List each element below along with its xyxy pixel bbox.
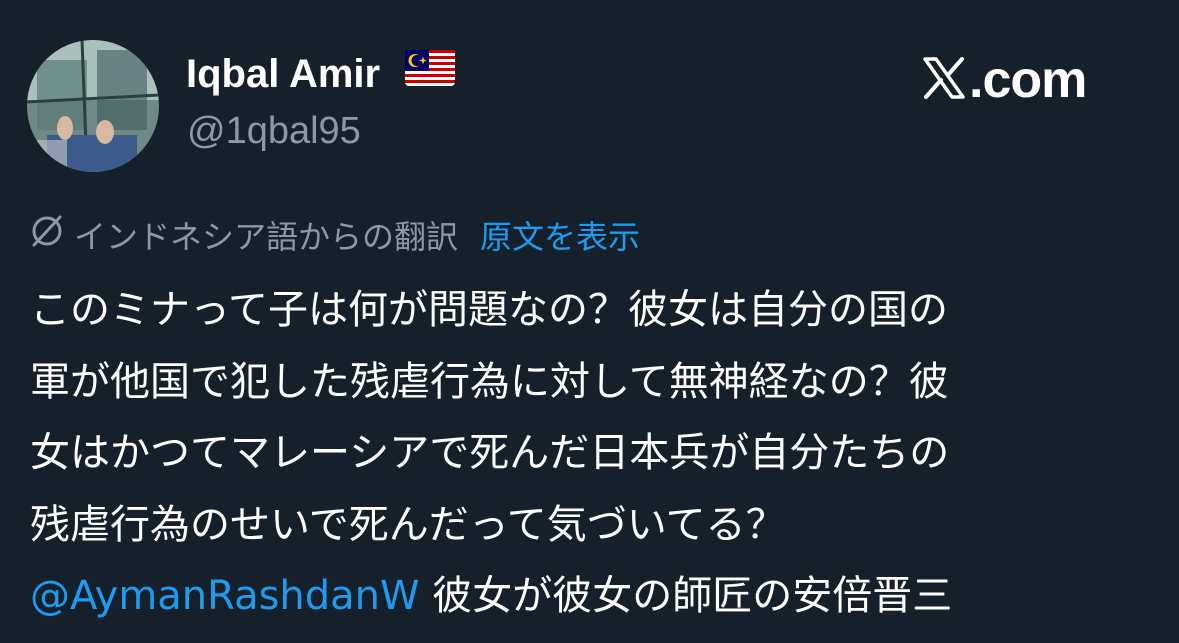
brand-text: .com — [969, 51, 1087, 109]
display-name[interactable]: Iqbal Amir — [186, 50, 456, 97]
brand-link[interactable]: .com — [922, 50, 1087, 110]
avatar[interactable] — [27, 40, 159, 172]
tweet-line: 軍が他国で犯した残虐行為に対して無神経なの？彼 — [30, 358, 949, 405]
mention-link[interactable]: @AymanRashdanW — [30, 573, 420, 619]
tweet-line-rest: 彼女が彼女の師匠の安倍晋三 — [419, 573, 953, 619]
tweet-line: 残虐行為のせいで死んだって気づいてる？ — [30, 501, 786, 548]
user-handle[interactable]: @1qbal95 — [187, 110, 361, 153]
avatar-image — [27, 40, 159, 172]
show-original-link[interactable]: 原文を表示 — [480, 212, 640, 258]
x-logo-icon — [922, 56, 966, 105]
tweet-line-last: @AymanRashdanW 彼女が彼女の師匠の安倍晋三 — [30, 561, 1155, 633]
translation-label: インドネシア語からの翻訳 — [74, 219, 459, 255]
display-name-text: Iqbal Amir — [186, 52, 381, 96]
translation-row: インドネシア語からの翻訳 原文を表示 — [30, 212, 640, 258]
tweet-line: 女はかつてマレーシアで死んだ日本兵が自分たちの — [30, 430, 950, 476]
tweet-text: このミナって子は何が問題なの？彼女は自分の国の 軍が他国で犯した残虐行為に対して… — [30, 275, 1155, 633]
tweet-line: このミナって子は何が問題なの？彼女は自分の国の — [30, 287, 948, 333]
translate-icon — [30, 214, 64, 256]
malaysia-flag-icon — [405, 50, 456, 96]
